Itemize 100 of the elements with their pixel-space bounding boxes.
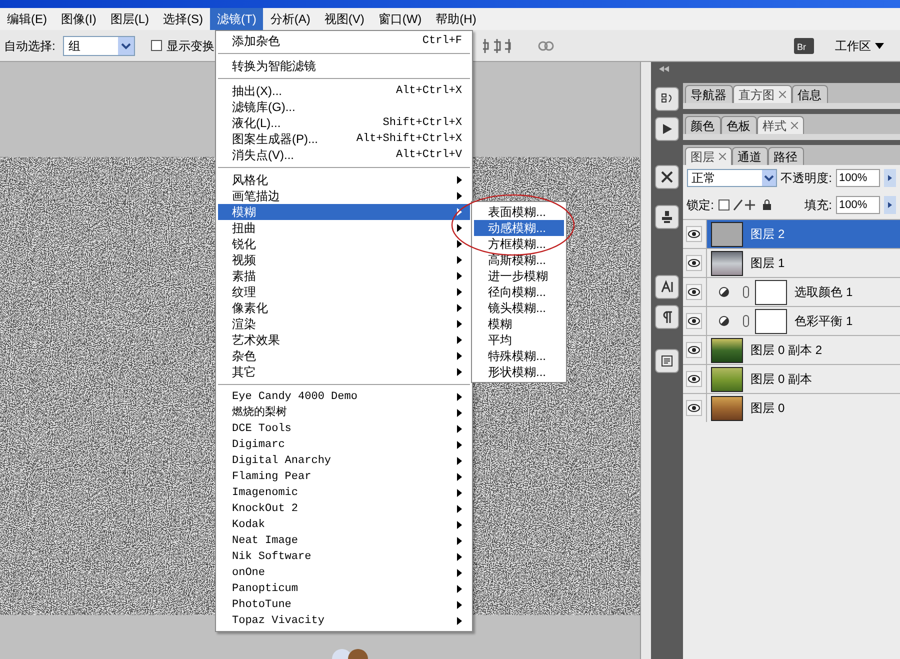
close-icon[interactable] <box>778 91 786 98</box>
blend-mode-dropdown[interactable]: 正常 <box>686 169 777 187</box>
menu-item[interactable]: 风格化 <box>218 172 470 188</box>
panel-tab[interactable]: 图层 <box>684 147 732 165</box>
menu-item[interactable]: KnockOut 2 <box>218 501 470 517</box>
menu-bar-item[interactable]: 滤镜(T) <box>210 8 264 30</box>
menu-item[interactable]: 杂色 <box>218 348 470 364</box>
menu-item[interactable]: 燃烧的梨树 <box>218 405 470 421</box>
arrow-button-icon[interactable] <box>884 196 896 214</box>
menu-item[interactable]: 形状模糊... <box>474 364 564 380</box>
menu-bar-item[interactable]: 选择(S) <box>156 8 210 30</box>
menu-item[interactable]: 模糊 <box>218 204 470 220</box>
panel-tab[interactable]: 色板 <box>720 116 757 134</box>
menu-item[interactable]: 径向模糊... <box>474 284 564 300</box>
menu-item[interactable]: Eye Candy 4000 Demo <box>218 389 470 405</box>
menu-item[interactable]: 抽出(X)... Alt+Ctrl+X <box>218 83 470 99</box>
menu-item[interactable]: 添加杂色 Ctrl+F <box>218 33 470 49</box>
menu-item[interactable]: DCE Tools <box>218 421 470 437</box>
visibility-toggle[interactable] <box>686 400 702 416</box>
scrollbar[interactable] <box>640 62 651 659</box>
menu-item[interactable]: 画笔描边 <box>218 188 470 204</box>
opacity-field[interactable]: 100% <box>836 169 880 187</box>
menu-bar-item[interactable]: 图层(L) <box>103 8 156 30</box>
visibility-toggle[interactable] <box>686 284 702 300</box>
menu-item[interactable]: 滤镜库(G)... <box>218 99 470 115</box>
panel-tab[interactable]: 通道 <box>732 147 768 165</box>
menu-item[interactable]: Digital Anarchy <box>218 453 470 469</box>
menu-item[interactable]: 视频 <box>218 252 470 268</box>
menu-item[interactable]: 平均 <box>474 332 564 348</box>
menu-item[interactable]: Nik Software <box>218 549 470 565</box>
menu-item[interactable]: Flaming Pear <box>218 469 470 485</box>
visibility-toggle[interactable] <box>686 342 702 358</box>
menu-item[interactable]: Digimarc <box>218 437 470 453</box>
menu-item[interactable]: PhotoTune <box>218 597 470 613</box>
menu-item[interactable]: 其它 <box>218 364 470 380</box>
layer-name: 图层 0 副本 2 <box>750 342 822 359</box>
close-icon[interactable] <box>718 153 726 160</box>
menu-item[interactable]: 镜头模糊... <box>474 300 564 316</box>
visibility-toggle[interactable] <box>686 255 702 271</box>
fill-field[interactable]: 100% <box>836 196 880 214</box>
panel-tab[interactable]: 导航器 <box>684 85 733 103</box>
menu-item[interactable]: 表面模糊... <box>474 204 564 220</box>
menu-bar-item[interactable]: 窗口(W) <box>371 8 429 30</box>
arrow-button-icon[interactable] <box>884 169 896 187</box>
lock-label: 锁定: <box>686 197 714 214</box>
panel-tab[interactable]: 信息 <box>792 85 828 103</box>
menu-item[interactable]: 转换为智能滤镜 <box>218 58 470 74</box>
bridge-icon[interactable]: Br <box>793 36 815 56</box>
close-icon[interactable] <box>790 122 798 129</box>
layer-thumbnail <box>710 366 743 392</box>
menu-item[interactable]: Neat Image <box>218 533 470 549</box>
history-icon[interactable] <box>654 87 679 111</box>
menu-item[interactable]: 纹理 <box>218 284 470 300</box>
menu-item[interactable]: 像素化 <box>218 300 470 316</box>
layer-name: 图层 0 <box>750 400 785 417</box>
menu-item[interactable]: 特殊模糊... <box>474 348 564 364</box>
menu-bar-item[interactable]: 分析(A) <box>263 8 318 30</box>
menu-item[interactable]: 艺术效果 <box>218 332 470 348</box>
panel-tab[interactable]: 颜色 <box>684 116 721 134</box>
menu-item[interactable]: 方框模糊... <box>474 236 564 252</box>
menu-item[interactable]: 动感模糊... <box>474 220 564 236</box>
opacity-label: 不透明度: <box>780 170 832 187</box>
menu-item[interactable]: Imagenomic <box>218 485 470 501</box>
menu-bar-item[interactable]: 编辑(E) <box>0 8 54 30</box>
menu-item[interactable]: Kodak <box>218 517 470 533</box>
caret-icon <box>875 42 884 48</box>
menu-bar-item[interactable]: 帮助(H) <box>428 8 484 30</box>
menu-bar-item[interactable]: 图像(I) <box>54 8 104 30</box>
menu-item[interactable]: 图案生成器(P)... Alt+Shift+Ctrl+X <box>218 131 470 147</box>
panel-tab[interactable]: 样式 <box>756 116 804 134</box>
visibility-toggle[interactable] <box>686 313 702 329</box>
layer-name: 选取颜色 1 <box>794 284 853 301</box>
type-icon[interactable] <box>654 275 679 299</box>
tools-icon[interactable] <box>654 165 679 189</box>
menu-item[interactable]: 素描 <box>218 268 470 284</box>
panel-tab[interactable]: 直方图 <box>732 85 792 103</box>
menu-item[interactable]: Topaz Vivacity <box>218 613 470 629</box>
layer-row[interactable]: 图层 2 <box>706 220 900 248</box>
layer-thumbnail <box>710 250 743 276</box>
notes-icon[interactable] <box>654 349 679 373</box>
checkbox[interactable] <box>151 40 162 51</box>
play-icon[interactable] <box>654 117 679 141</box>
menu-item[interactable]: 锐化 <box>218 236 470 252</box>
visibility-toggle[interactable] <box>686 226 702 242</box>
menu-item[interactable]: 进一步模糊 <box>474 268 564 284</box>
menu-item[interactable]: 液化(L)... Shift+Ctrl+X <box>218 115 470 131</box>
collapse-icon[interactable] <box>658 66 669 72</box>
menu-item[interactable]: 消失点(V)... Alt+Ctrl+V <box>218 147 470 163</box>
visibility-toggle[interactable] <box>686 371 702 387</box>
menu-item[interactable]: 模糊 <box>474 316 564 332</box>
paragraph-icon[interactable] <box>654 305 679 329</box>
menu-item[interactable]: 渲染 <box>218 316 470 332</box>
menu-item[interactable]: 扭曲 <box>218 220 470 236</box>
panel-tab[interactable]: 路径 <box>768 147 804 165</box>
auto-select-dropdown[interactable]: 组 <box>63 36 136 56</box>
stamp-icon[interactable] <box>654 205 679 229</box>
workspace-button[interactable]: 工作区 <box>823 34 896 56</box>
menu-bar-item[interactable]: 视图(V) <box>317 8 372 30</box>
menu-item[interactable]: onOne <box>218 565 470 581</box>
menu-item[interactable]: Panopticum <box>218 581 470 597</box>
